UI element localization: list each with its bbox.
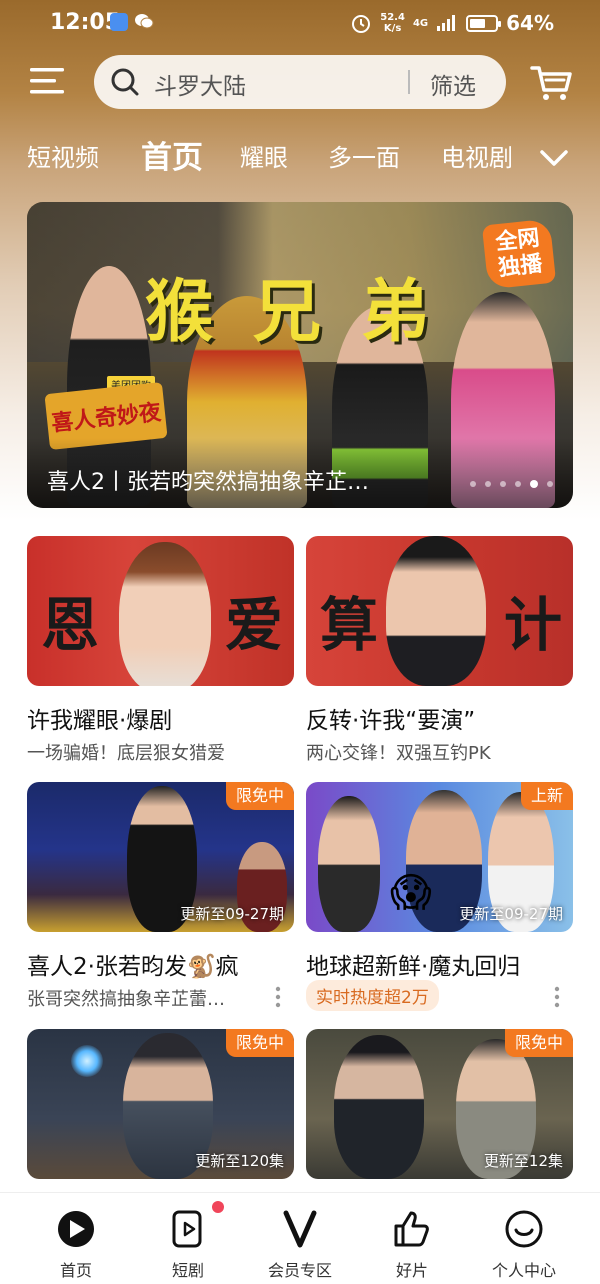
exclusive-badge: 全网独播 <box>481 218 557 290</box>
card-subtitle: 两心交锋！双强互钓PK <box>306 743 491 764</box>
glowing-orb-icon <box>71 1045 103 1077</box>
nav-item-profile[interactable]: 个人中心 <box>464 1193 584 1284</box>
card-title: 反转·许我“要演” <box>306 708 476 734</box>
tab-home[interactable]: 首页 <box>141 132 203 177</box>
menu-icon[interactable] <box>30 66 64 96</box>
search-bar[interactable]: 斗罗大陆 筛选 <box>94 55 506 109</box>
shocked-emoji-icon: 😱 <box>390 870 432 916</box>
poster-actor-hood <box>334 1035 424 1179</box>
pagination-dot <box>500 481 506 487</box>
pagination-dot <box>485 481 491 487</box>
card-thumbnail: 限免中 更新至09-27期 <box>27 782 294 932</box>
search-input[interactable]: 斗罗大陆 <box>154 67 246 101</box>
tab-duoyimian[interactable]: 多一面 <box>328 138 400 173</box>
nav-item-short-drama[interactable]: 短剧 <box>128 1193 248 1284</box>
battery-icon <box>466 14 502 32</box>
poster-actor <box>386 536 486 686</box>
update-status: 更新至09-27期 <box>459 905 563 923</box>
tab-yaoyan[interactable]: 耀眼 <box>240 138 288 173</box>
filter-button[interactable]: 筛选 <box>430 67 476 101</box>
notification-dot <box>212 1201 224 1213</box>
poster-char-left: 算 <box>320 591 379 659</box>
nav-item-vip[interactable]: 会员专区 <box>240 1193 360 1284</box>
banner-caption: 喜人2丨张若昀突然搞抽象辛芷… <box>47 470 369 495</box>
speed-value: 52.4 <box>380 12 405 23</box>
alarm-icon <box>352 15 371 33</box>
thumbs-up-icon <box>394 1211 429 1247</box>
nav-item-good-films[interactable]: 好片 <box>352 1193 472 1284</box>
nav-label: 短剧 <box>171 1261 204 1280</box>
pagination-dot <box>515 481 521 487</box>
free-badge: 限免中 <box>225 782 294 810</box>
new-badge: 上新 <box>520 782 573 810</box>
pagination-dot <box>470 481 476 487</box>
tab-short-video[interactable]: 短视频 <box>27 138 99 173</box>
card-title: 喜人2·张若昀发🐒疯 <box>27 954 239 980</box>
nav-label: 会员专区 <box>267 1261 332 1280</box>
short-drama-icon <box>172 1210 202 1248</box>
search-icon <box>111 68 139 96</box>
exclusive-badge-text: 全网独播 <box>494 225 544 282</box>
card-thumbnail: 限免中 更新至12集 <box>306 1029 573 1179</box>
card-thumbnail: 算 计 <box>306 536 573 686</box>
battery-fill <box>470 18 486 28</box>
nav-label: 首页 <box>59 1261 92 1280</box>
poster-host-1 <box>318 796 380 932</box>
network-speed: 52.4 K/s <box>380 12 405 34</box>
smiley-profile-icon <box>505 1210 543 1248</box>
chevron-down-icon[interactable] <box>538 142 570 174</box>
poster-actress <box>119 542 211 686</box>
free-badge: 限免中 <box>504 1029 573 1057</box>
poster-char-left: 恩 <box>41 591 100 659</box>
card-subtitle: 张哥突然搞抽象辛芷蕾… <box>27 989 225 1010</box>
card-thumbnail: 恩 爱 <box>27 536 294 686</box>
more-icon[interactable] <box>275 986 281 1008</box>
nav-label: 好片 <box>395 1261 428 1280</box>
poster-char-right: 爱 <box>225 591 284 659</box>
card-thumbnail: 😱 上新 更新至09-27期 <box>306 782 573 932</box>
update-status: 更新至120集 <box>195 1152 284 1170</box>
pagination-dot <box>547 481 553 487</box>
card-subtitle: 一场骗婚！底层狠女猎爱 <box>27 743 225 764</box>
bottom-navigation: 首页 短剧 会员专区 好片 个人中心 <box>0 1192 600 1284</box>
shield-app-icon <box>110 13 128 31</box>
hero-banner[interactable]: 猴兄弟 美团团购 喜人奇妙夜 全网独播 喜人2丨张若昀突然搞抽象辛芷… <box>27 202 573 508</box>
card-title: 许我耀眼·爆剧 <box>27 708 173 734</box>
more-icon[interactable] <box>554 986 560 1008</box>
nav-label: 个人中心 <box>491 1261 556 1280</box>
vip-v-icon <box>283 1210 317 1248</box>
battery-percent: 64% <box>506 11 554 35</box>
card-title: 地球超新鲜·魔丸回归 <box>306 954 521 980</box>
update-status: 更新至12集 <box>483 1152 563 1170</box>
speed-unit: K/s <box>383 23 402 34</box>
heat-tag: 实时热度超2万 <box>306 980 439 1011</box>
tab-tv-drama[interactable]: 电视剧 <box>441 138 519 173</box>
category-tabs: 短视频 首页 耀眼 多一面 电视剧 <box>0 128 600 184</box>
banner-pagination <box>470 480 553 488</box>
card-thumbnail: 限免中 更新至120集 <box>27 1029 294 1179</box>
free-badge: 限免中 <box>225 1029 294 1057</box>
signal-icon <box>437 15 456 31</box>
nav-item-home[interactable]: 首页 <box>16 1193 136 1284</box>
cart-icon[interactable] <box>530 62 574 102</box>
search-divider <box>408 70 410 94</box>
chat-app-icon <box>135 14 154 29</box>
pagination-dot-active <box>530 480 538 488</box>
play-home-icon <box>58 1211 95 1247</box>
banner-title: 猴兄弟 <box>145 273 470 352</box>
update-status: 更新至09-27期 <box>180 905 284 923</box>
poster-char-right: 计 <box>504 591 563 659</box>
network-type: 4G <box>412 17 429 29</box>
status-bar: 12:05 52.4 K/s 4G 64% <box>0 0 600 46</box>
